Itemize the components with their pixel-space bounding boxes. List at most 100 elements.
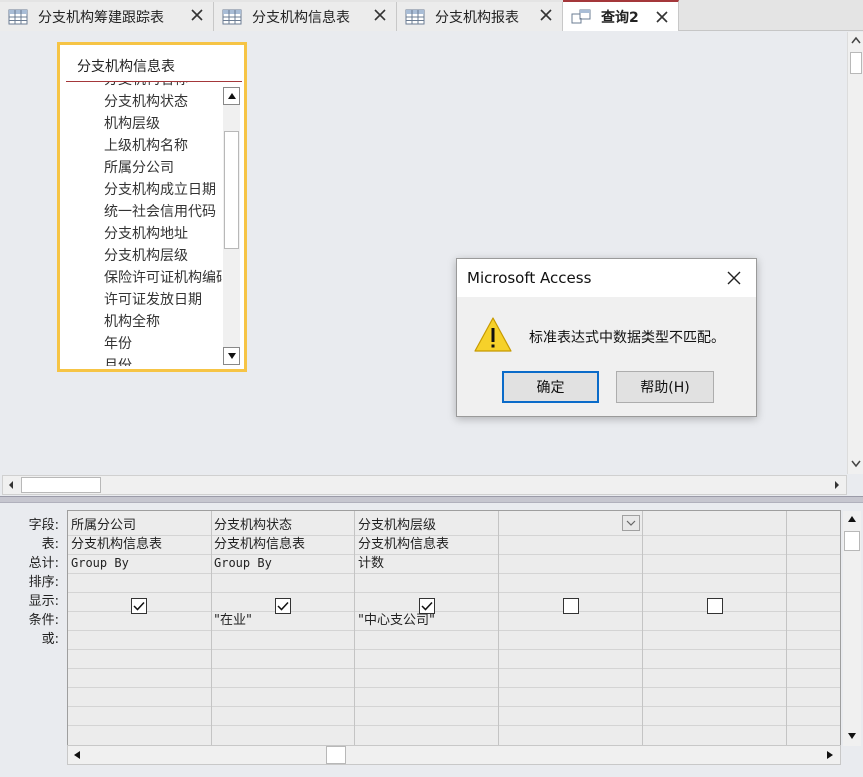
grid-vertical-scrollbar[interactable]: [843, 511, 861, 746]
close-icon[interactable]: [372, 7, 388, 23]
tab-branch-report[interactable]: 分支机构报表: [397, 2, 563, 31]
help-button[interactable]: 帮助(H): [616, 371, 714, 403]
scroll-down-button[interactable]: [848, 456, 863, 472]
field-item[interactable]: 分支机构成立日期: [104, 179, 222, 201]
field-item[interactable]: 分支机构地址: [104, 223, 222, 245]
arrow-down-icon: [227, 353, 236, 359]
row-label-sort: 排序:: [28, 575, 59, 590]
arrow-right-icon: [827, 751, 833, 759]
total-cell[interactable]: Group By: [71, 554, 129, 573]
dialog-title: Microsoft Access: [467, 269, 592, 287]
show-checkbox[interactable]: [131, 598, 147, 614]
close-icon[interactable]: [538, 7, 554, 23]
field-item[interactable]: 机构全称: [104, 311, 222, 333]
scroll-left-button[interactable]: [69, 747, 85, 763]
arrow-up-icon: [848, 516, 856, 522]
scroll-down-button[interactable]: [844, 728, 860, 744]
show-checkbox[interactable]: [275, 598, 291, 614]
row-label-field: 字段:: [28, 518, 59, 533]
scroll-left-button[interactable]: [3, 477, 19, 493]
grid-horizontal-scrollbar[interactable]: [67, 745, 841, 765]
error-dialog: Microsoft Access 标准表达式中数据类型不匹配。 确定 帮助(H): [456, 258, 757, 417]
table-cell[interactable]: 分支机构信息表: [358, 535, 449, 554]
tab-label: 分支机构报表: [435, 9, 519, 26]
scroll-thumb[interactable]: [844, 531, 860, 551]
grid-row-labels: 字段: 表: 总计: 排序: 显示: 条件: 或:: [0, 516, 62, 649]
table-icon: [405, 9, 425, 24]
scroll-thumb[interactable]: [850, 52, 862, 74]
field-list-scrollbar[interactable]: [223, 87, 240, 365]
warning-icon: [474, 317, 512, 352]
arrow-down-icon: [851, 460, 861, 468]
tab-branch-tracking[interactable]: 分支机构筹建跟踪表: [0, 2, 214, 31]
close-icon[interactable]: [725, 269, 743, 287]
field-dropdown-button[interactable]: [622, 515, 640, 531]
scroll-up-button[interactable]: [223, 87, 240, 105]
scroll-thumb[interactable]: [224, 131, 239, 249]
tab-label: 分支机构信息表: [252, 9, 350, 26]
scroll-thumb[interactable]: [326, 746, 346, 764]
row-label-show: 显示:: [28, 594, 59, 609]
field-cell[interactable]: 分支机构层级: [358, 516, 436, 535]
field-item[interactable]: 分支机构状态: [104, 91, 222, 113]
tab-query2[interactable]: 查询2: [563, 0, 679, 31]
total-cell[interactable]: 计数: [358, 554, 384, 573]
close-icon[interactable]: [654, 9, 670, 25]
scroll-right-button[interactable]: [822, 747, 838, 763]
field-item[interactable]: 上级机构名称: [104, 135, 222, 157]
checkmark-icon: [421, 601, 433, 611]
tab-label: 分支机构筹建跟踪表: [38, 9, 164, 26]
scroll-right-button[interactable]: [829, 477, 845, 493]
field-item[interactable]: 许可证发放日期: [104, 289, 222, 311]
field-cell[interactable]: 所属分公司: [71, 516, 136, 535]
grid-column: 分支机构状态 分支机构信息表 Group By "在业": [211, 511, 355, 748]
scroll-down-button[interactable]: [223, 347, 240, 365]
table-icon: [8, 9, 28, 24]
query-design-grid-pane: 字段: 表: 总计: 排序: 显示: 条件: 或: 所属分公司 分支机构信息表 …: [0, 503, 863, 777]
scroll-thumb[interactable]: [21, 477, 101, 493]
total-cell[interactable]: Group By: [214, 554, 272, 573]
vertical-scrollbar[interactable]: [847, 32, 863, 474]
grid-column: [643, 511, 787, 748]
pane-splitter[interactable]: [0, 496, 863, 503]
arrow-up-icon: [851, 36, 861, 44]
field-item[interactable]: 分支机构名称: [104, 82, 222, 91]
table-cell[interactable]: 分支机构信息表: [71, 535, 162, 554]
design-grid: 所属分公司 分支机构信息表 Group By 分支机构状态 分支机构信息表 Gr…: [67, 510, 841, 749]
row-label-criteria: 条件:: [28, 613, 59, 628]
field-item[interactable]: 统一社会信用代码: [104, 201, 222, 223]
checkmark-icon: [277, 601, 289, 611]
ok-button[interactable]: 确定: [502, 371, 599, 403]
field-item[interactable]: 月份: [104, 355, 222, 366]
arrow-right-icon: [835, 481, 839, 489]
show-checkbox[interactable]: [563, 598, 579, 614]
scroll-up-button[interactable]: [844, 511, 860, 527]
field-item[interactable]: 所属分公司: [104, 157, 222, 179]
arrow-left-icon: [74, 751, 80, 759]
tab-label: 查询2: [601, 9, 639, 26]
field-item[interactable]: 保险许可证机构编码: [104, 267, 222, 289]
chevron-down-icon: [626, 520, 636, 526]
criteria-cell[interactable]: "在业": [214, 611, 252, 630]
horizontal-scrollbar[interactable]: [2, 475, 847, 495]
table-cell[interactable]: 分支机构信息表: [214, 535, 305, 554]
criteria-cell[interactable]: "中心支公司": [358, 611, 435, 630]
show-checkbox[interactable]: [707, 598, 723, 614]
scroll-up-button[interactable]: [848, 32, 863, 48]
row-label-or: 或:: [41, 632, 59, 647]
dialog-titlebar[interactable]: Microsoft Access: [457, 259, 756, 297]
field-cell[interactable]: 分支机构状态: [214, 516, 292, 535]
row-label-total: 总计:: [28, 556, 59, 571]
field-list-title[interactable]: 分支机构信息表: [77, 56, 175, 76]
field-item[interactable]: 分支机构层级: [104, 245, 222, 267]
arrow-up-icon: [227, 93, 236, 99]
field-item[interactable]: 年份: [104, 333, 222, 355]
document-tab-strip: 分支机构筹建跟踪表 分支机构信息表 分支机构报表 查询2: [0, 0, 863, 31]
query-icon: [571, 9, 591, 23]
field-list-box[interactable]: 分支机构信息表 分支机构名称 分支机构状态 机构层级 上级机构名称 所属分公司 …: [57, 42, 247, 372]
grid-column: [787, 511, 840, 748]
tab-branch-info[interactable]: 分支机构信息表: [214, 2, 397, 31]
field-item[interactable]: 机构层级: [104, 113, 222, 135]
checkmark-icon: [133, 601, 145, 611]
close-icon[interactable]: [189, 7, 205, 23]
